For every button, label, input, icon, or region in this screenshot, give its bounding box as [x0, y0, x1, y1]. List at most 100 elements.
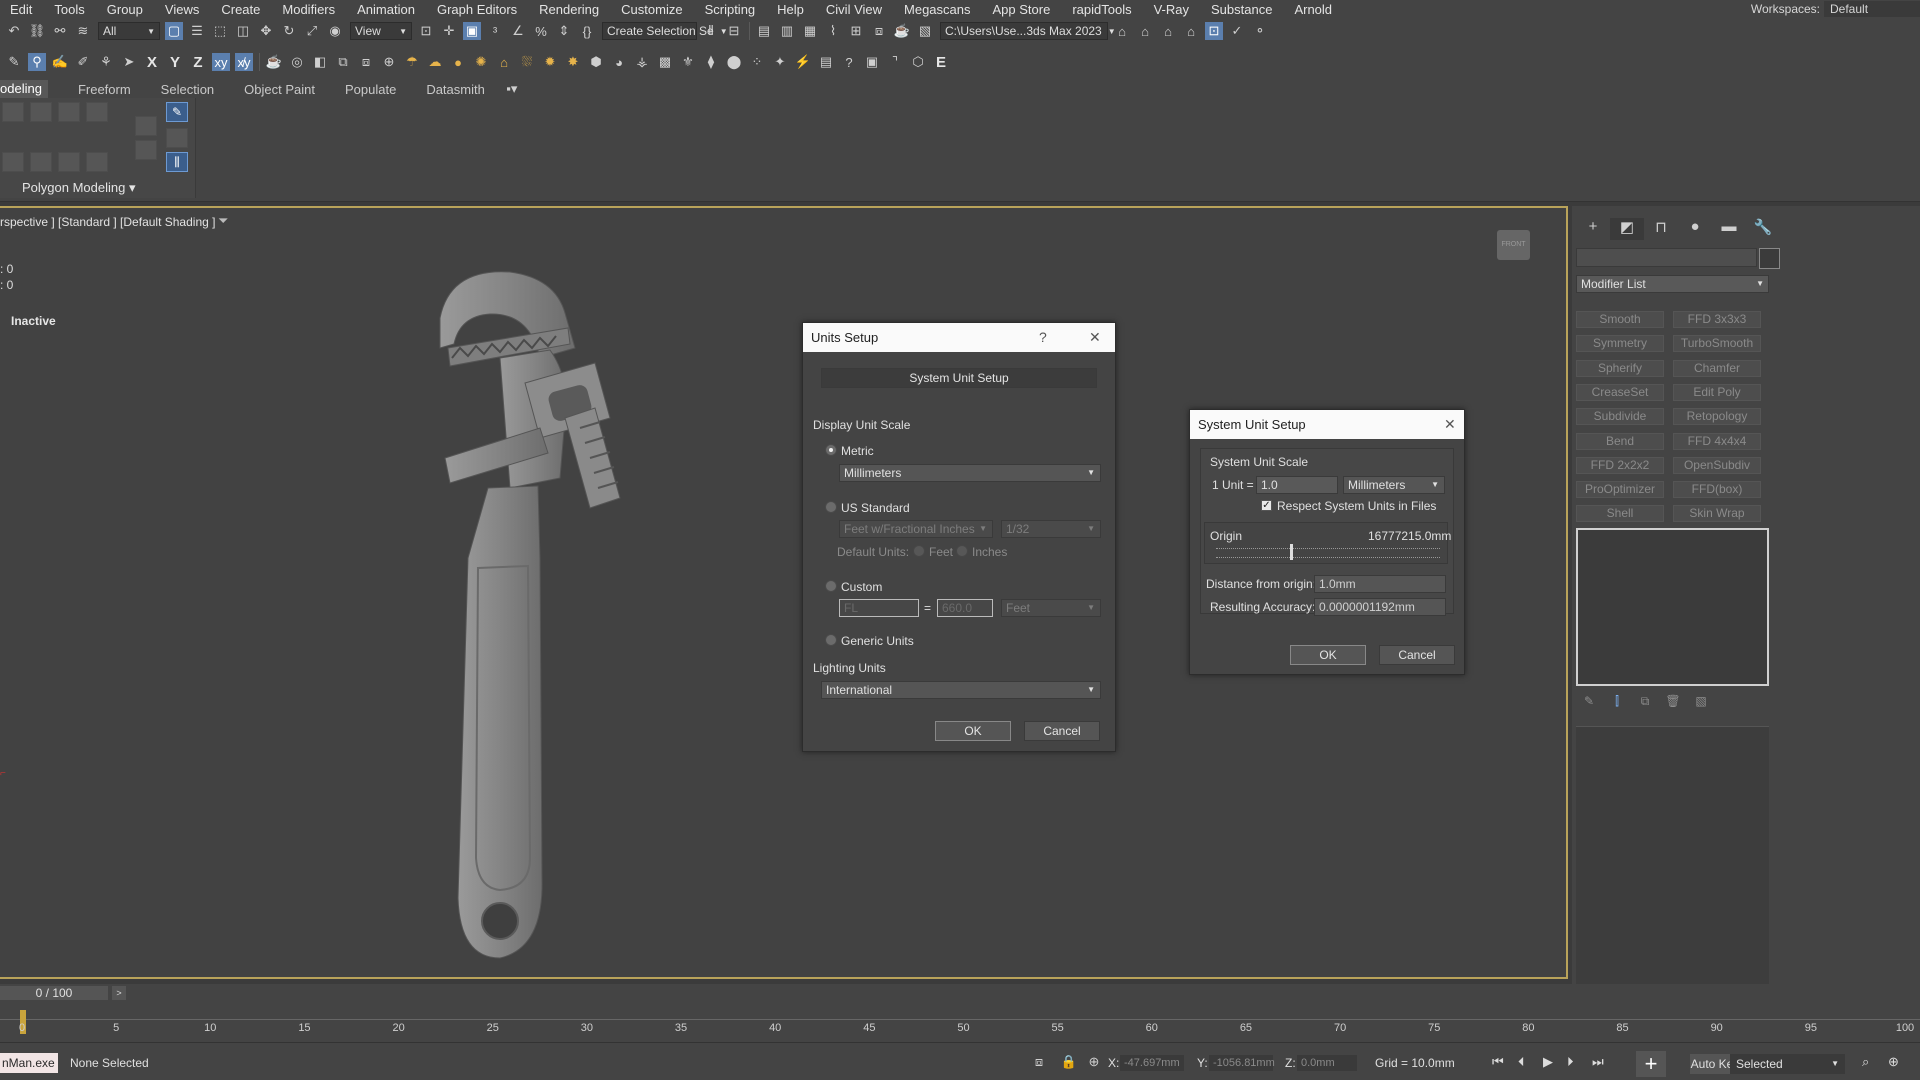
schematic-view-icon[interactable]: ⊞	[847, 22, 865, 40]
axis-xy-icon[interactable]: xy	[212, 53, 230, 71]
modifier-button[interactable]: Chamfer	[1673, 359, 1761, 377]
time-slider-handle[interactable]: 0 / 100	[0, 986, 108, 1000]
close-icon[interactable]: ✕	[1444, 410, 1456, 439]
lighting-units-dropdown[interactable]: International ▼	[821, 681, 1101, 699]
material-ball-icon[interactable]: ⬤	[725, 53, 743, 71]
manipulate-icon[interactable]: ✛	[440, 22, 458, 40]
box-icon[interactable]: ◧	[311, 53, 329, 71]
menu-graph-editors[interactable]: Graph Editors	[437, 2, 517, 17]
vray-fur-icon[interactable]: ⚶	[633, 53, 651, 71]
ribbon-tool-8[interactable]	[86, 152, 108, 172]
dome-light-icon[interactable]: ⛆	[518, 53, 536, 71]
viewcube[interactable]: FRONT	[1497, 230, 1530, 260]
modifier-button[interactable]: TurboSmooth	[1673, 335, 1761, 353]
x-coordinate-field[interactable]: -47.697mm	[1120, 1055, 1184, 1071]
paint-select-icon[interactable]: ✎	[5, 53, 23, 71]
menu-scripting[interactable]: Scripting	[705, 2, 756, 17]
percent-snap-icon[interactable]: %	[532, 22, 550, 40]
vray-plane-icon[interactable]: ⚜	[679, 53, 697, 71]
modifier-button[interactable]: Subdivide	[1576, 408, 1664, 426]
unlink-icon[interactable]: ⚯	[51, 22, 69, 40]
modifier-button[interactable]: Shell	[1576, 505, 1664, 523]
ribbon-tool-6[interactable]	[30, 152, 52, 172]
menu-megascans[interactable]: Megascans	[904, 2, 970, 17]
curve-editor-icon[interactable]: ⌇	[824, 22, 842, 40]
z-coordinate-field[interactable]: 0.0mm	[1297, 1055, 1357, 1071]
project-icon-3[interactable]: ⌂	[1159, 22, 1177, 40]
tab-modeling[interactable]: odeling	[0, 80, 48, 98]
hex-icon[interactable]: ⬡	[909, 53, 927, 71]
axis-xy-alt-icon[interactable]: x̸y	[235, 53, 253, 71]
axis-y-button[interactable]: Y	[166, 54, 184, 71]
ribbon-tool-5[interactable]	[2, 152, 24, 172]
layer-explorer-icon[interactable]: ▥	[778, 22, 796, 40]
reference-coord-dropdown[interactable]: View ▼	[350, 22, 412, 40]
ribbon-tool-9[interactable]	[135, 116, 157, 136]
system-ok-button[interactable]: OK	[1290, 645, 1366, 665]
workspace-dropdown[interactable]: Default	[1824, 1, 1920, 17]
menu-arnold[interactable]: Arnold	[1294, 2, 1332, 17]
modifier-list-dropdown[interactable]: Modifier List ▼	[1576, 275, 1769, 293]
ribbon-tool-7[interactable]	[58, 152, 80, 172]
system-unit-setup-button[interactable]: System Unit Setup	[821, 368, 1097, 388]
modifier-button[interactable]: Edit Poly	[1673, 383, 1761, 401]
frame-buffer-icon[interactable]: ▤	[817, 53, 835, 71]
select-by-name-icon[interactable]: ☰	[188, 22, 206, 40]
material-editor-icon[interactable]: ⧈	[870, 22, 888, 40]
generic-units-radio[interactable]	[825, 634, 837, 646]
scene-explorer-icon[interactable]: ▤	[755, 22, 773, 40]
axis-z-button[interactable]: Z	[189, 54, 207, 71]
utilities-tab-icon[interactable]: 🔧	[1746, 218, 1780, 240]
metric-units-dropdown[interactable]: Millimeters ▼	[839, 464, 1101, 482]
cursor-icon[interactable]: ➤	[120, 53, 138, 71]
close-icon[interactable]: ✕	[1089, 323, 1101, 352]
e-button[interactable]: E	[932, 54, 950, 71]
undo-icon[interactable]: ↶	[5, 22, 23, 40]
pen-icon[interactable]: ✐	[74, 53, 92, 71]
teapot-icon[interactable]: ☕	[265, 53, 283, 71]
isolate-icon[interactable]: ⧈	[1030, 1053, 1048, 1071]
vray-decal-icon[interactable]: ⧫	[702, 53, 720, 71]
vray-mesh-icon[interactable]: ▩	[656, 53, 674, 71]
menu-tools[interactable]: Tools	[54, 2, 84, 17]
make-unique-icon[interactable]: ⧉	[1632, 694, 1658, 714]
modifier-button[interactable]: Bend	[1576, 432, 1664, 450]
snaps-toggle-icon[interactable]: ³	[486, 22, 504, 40]
unit-type-dropdown[interactable]: Millimeters ▼	[1343, 476, 1445, 494]
menu-app-store[interactable]: App Store	[993, 2, 1051, 17]
us-fraction-dropdown[interactable]: 1/32 ▼	[1001, 520, 1101, 538]
menu-views[interactable]: Views	[165, 2, 199, 17]
custom-radio[interactable]	[825, 580, 837, 592]
pivot-center-icon[interactable]: ⊡	[417, 22, 435, 40]
toggle-ribbon-icon[interactable]: ▦	[801, 22, 819, 40]
origin-slider-thumb[interactable]	[1290, 544, 1293, 560]
lock-selection-icon[interactable]: 🔒	[1060, 1053, 1078, 1071]
tab-selection[interactable]: Selection	[161, 82, 244, 97]
menu-animation[interactable]: Animation	[357, 2, 415, 17]
omni-light-icon[interactable]: ☁	[426, 53, 444, 71]
menu-rapidtools[interactable]: rapidTools	[1072, 2, 1131, 17]
ribbon-tool-2[interactable]	[30, 102, 52, 122]
modifier-button[interactable]: Retopology	[1673, 408, 1761, 426]
ribbon-options-icon[interactable]: ▪▾	[503, 80, 521, 98]
create-tab-icon[interactable]: +	[1576, 218, 1610, 240]
render-icon[interactable]: ▣	[863, 53, 881, 71]
modifier-button[interactable]: ProOptimizer	[1576, 481, 1664, 499]
rect-selection-region-icon[interactable]: ⬚	[211, 22, 229, 40]
remove-modifier-icon[interactable]: 🗑	[1660, 694, 1686, 714]
units-cancel-button[interactable]: Cancel	[1024, 721, 1100, 741]
keyboard-shortcut-override-icon[interactable]: ▣	[463, 22, 481, 40]
vray-sphere-icon[interactable]: ◕	[610, 53, 628, 71]
key-filter-dropdown[interactable]: Selected ▼	[1730, 1054, 1845, 1074]
us-standard-radio[interactable]	[825, 501, 837, 513]
ribbon-tool-3[interactable]	[58, 102, 80, 122]
spot-light-icon[interactable]: ⌂	[495, 53, 513, 71]
selection-filter-dropdown[interactable]: All ▼	[98, 22, 160, 40]
extrude-icon[interactable]: ⧉	[334, 53, 352, 71]
modifier-button[interactable]: Smooth	[1576, 311, 1664, 328]
tab-populate[interactable]: Populate	[345, 82, 426, 97]
goto-end-icon[interactable]: ⏭	[1592, 1054, 1604, 1070]
window-crossing-icon[interactable]: ◫	[234, 22, 252, 40]
filter-icon[interactable]: ⚘	[97, 53, 115, 71]
boolean-icon[interactable]: ⊕	[380, 53, 398, 71]
